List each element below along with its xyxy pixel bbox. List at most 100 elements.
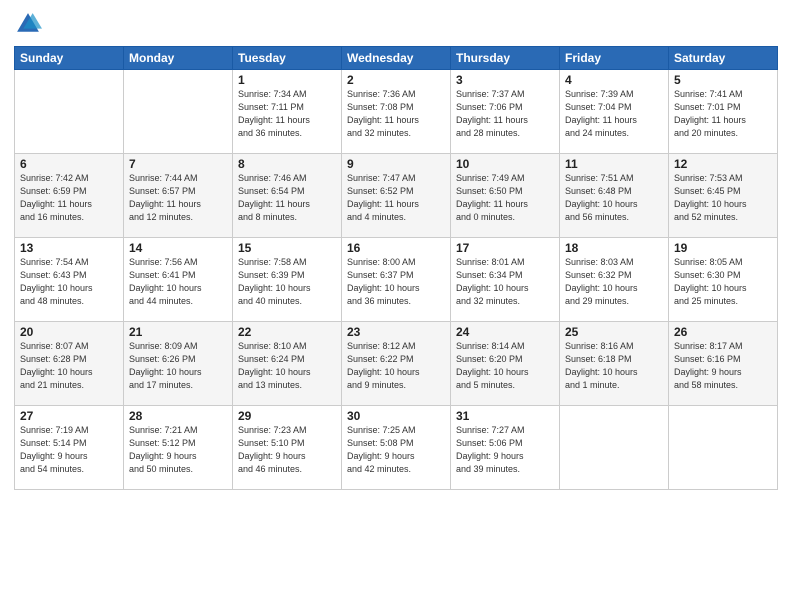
day-info: Sunrise: 7:42 AM Sunset: 6:59 PM Dayligh…: [20, 172, 118, 224]
day-info: Sunrise: 7:36 AM Sunset: 7:08 PM Dayligh…: [347, 88, 445, 140]
day-info: Sunrise: 7:39 AM Sunset: 7:04 PM Dayligh…: [565, 88, 663, 140]
day-number: 8: [238, 157, 336, 171]
day-number: 23: [347, 325, 445, 339]
calendar-cell: 30Sunrise: 7:25 AM Sunset: 5:08 PM Dayli…: [342, 406, 451, 490]
calendar-cell: 13Sunrise: 7:54 AM Sunset: 6:43 PM Dayli…: [15, 238, 124, 322]
calendar-cell: 25Sunrise: 8:16 AM Sunset: 6:18 PM Dayli…: [560, 322, 669, 406]
day-info: Sunrise: 8:05 AM Sunset: 6:30 PM Dayligh…: [674, 256, 772, 308]
day-number: 6: [20, 157, 118, 171]
calendar-cell: 31Sunrise: 7:27 AM Sunset: 5:06 PM Dayli…: [451, 406, 560, 490]
calendar-cell: 26Sunrise: 8:17 AM Sunset: 6:16 PM Dayli…: [669, 322, 778, 406]
calendar-cell: 14Sunrise: 7:56 AM Sunset: 6:41 PM Dayli…: [124, 238, 233, 322]
calendar-cell: [15, 70, 124, 154]
calendar-cell: 4Sunrise: 7:39 AM Sunset: 7:04 PM Daylig…: [560, 70, 669, 154]
day-info: Sunrise: 7:34 AM Sunset: 7:11 PM Dayligh…: [238, 88, 336, 140]
day-of-week-header: Monday: [124, 47, 233, 70]
day-number: 25: [565, 325, 663, 339]
day-number: 31: [456, 409, 554, 423]
calendar-cell: [669, 406, 778, 490]
day-info: Sunrise: 7:46 AM Sunset: 6:54 PM Dayligh…: [238, 172, 336, 224]
calendar-week-row: 6Sunrise: 7:42 AM Sunset: 6:59 PM Daylig…: [15, 154, 778, 238]
calendar-cell: 23Sunrise: 8:12 AM Sunset: 6:22 PM Dayli…: [342, 322, 451, 406]
calendar-cell: 18Sunrise: 8:03 AM Sunset: 6:32 PM Dayli…: [560, 238, 669, 322]
calendar-cell: 28Sunrise: 7:21 AM Sunset: 5:12 PM Dayli…: [124, 406, 233, 490]
calendar-cell: 9Sunrise: 7:47 AM Sunset: 6:52 PM Daylig…: [342, 154, 451, 238]
calendar-cell: 3Sunrise: 7:37 AM Sunset: 7:06 PM Daylig…: [451, 70, 560, 154]
calendar-cell: [124, 70, 233, 154]
calendar-cell: 27Sunrise: 7:19 AM Sunset: 5:14 PM Dayli…: [15, 406, 124, 490]
calendar-week-row: 13Sunrise: 7:54 AM Sunset: 6:43 PM Dayli…: [15, 238, 778, 322]
day-number: 3: [456, 73, 554, 87]
day-number: 5: [674, 73, 772, 87]
day-number: 14: [129, 241, 227, 255]
day-number: 28: [129, 409, 227, 423]
calendar-cell: 15Sunrise: 7:58 AM Sunset: 6:39 PM Dayli…: [233, 238, 342, 322]
day-number: 7: [129, 157, 227, 171]
day-info: Sunrise: 7:53 AM Sunset: 6:45 PM Dayligh…: [674, 172, 772, 224]
day-info: Sunrise: 8:12 AM Sunset: 6:22 PM Dayligh…: [347, 340, 445, 392]
calendar-cell: 24Sunrise: 8:14 AM Sunset: 6:20 PM Dayli…: [451, 322, 560, 406]
day-info: Sunrise: 7:27 AM Sunset: 5:06 PM Dayligh…: [456, 424, 554, 476]
day-of-week-header: Sunday: [15, 47, 124, 70]
day-number: 29: [238, 409, 336, 423]
day-of-week-header: Thursday: [451, 47, 560, 70]
calendar-cell: 6Sunrise: 7:42 AM Sunset: 6:59 PM Daylig…: [15, 154, 124, 238]
day-of-week-header: Saturday: [669, 47, 778, 70]
day-info: Sunrise: 7:41 AM Sunset: 7:01 PM Dayligh…: [674, 88, 772, 140]
day-number: 1: [238, 73, 336, 87]
calendar-cell: [560, 406, 669, 490]
day-number: 17: [456, 241, 554, 255]
day-info: Sunrise: 7:23 AM Sunset: 5:10 PM Dayligh…: [238, 424, 336, 476]
day-info: Sunrise: 7:21 AM Sunset: 5:12 PM Dayligh…: [129, 424, 227, 476]
day-number: 19: [674, 241, 772, 255]
day-info: Sunrise: 8:17 AM Sunset: 6:16 PM Dayligh…: [674, 340, 772, 392]
logo: [14, 10, 46, 38]
calendar-cell: 7Sunrise: 7:44 AM Sunset: 6:57 PM Daylig…: [124, 154, 233, 238]
calendar-cell: 29Sunrise: 7:23 AM Sunset: 5:10 PM Dayli…: [233, 406, 342, 490]
day-info: Sunrise: 8:09 AM Sunset: 6:26 PM Dayligh…: [129, 340, 227, 392]
calendar-cell: 19Sunrise: 8:05 AM Sunset: 6:30 PM Dayli…: [669, 238, 778, 322]
day-info: Sunrise: 8:03 AM Sunset: 6:32 PM Dayligh…: [565, 256, 663, 308]
day-info: Sunrise: 8:00 AM Sunset: 6:37 PM Dayligh…: [347, 256, 445, 308]
calendar-cell: 12Sunrise: 7:53 AM Sunset: 6:45 PM Dayli…: [669, 154, 778, 238]
calendar-cell: 22Sunrise: 8:10 AM Sunset: 6:24 PM Dayli…: [233, 322, 342, 406]
day-info: Sunrise: 7:56 AM Sunset: 6:41 PM Dayligh…: [129, 256, 227, 308]
day-number: 26: [674, 325, 772, 339]
calendar-cell: 21Sunrise: 8:09 AM Sunset: 6:26 PM Dayli…: [124, 322, 233, 406]
day-info: Sunrise: 7:58 AM Sunset: 6:39 PM Dayligh…: [238, 256, 336, 308]
calendar-cell: 16Sunrise: 8:00 AM Sunset: 6:37 PM Dayli…: [342, 238, 451, 322]
day-number: 30: [347, 409, 445, 423]
day-info: Sunrise: 7:25 AM Sunset: 5:08 PM Dayligh…: [347, 424, 445, 476]
day-info: Sunrise: 8:14 AM Sunset: 6:20 PM Dayligh…: [456, 340, 554, 392]
day-number: 9: [347, 157, 445, 171]
day-number: 20: [20, 325, 118, 339]
calendar-header-row: SundayMondayTuesdayWednesdayThursdayFrid…: [15, 47, 778, 70]
day-info: Sunrise: 8:07 AM Sunset: 6:28 PM Dayligh…: [20, 340, 118, 392]
day-number: 4: [565, 73, 663, 87]
day-number: 10: [456, 157, 554, 171]
calendar-cell: 10Sunrise: 7:49 AM Sunset: 6:50 PM Dayli…: [451, 154, 560, 238]
calendar-cell: 11Sunrise: 7:51 AM Sunset: 6:48 PM Dayli…: [560, 154, 669, 238]
day-number: 16: [347, 241, 445, 255]
day-of-week-header: Tuesday: [233, 47, 342, 70]
calendar-week-row: 1Sunrise: 7:34 AM Sunset: 7:11 PM Daylig…: [15, 70, 778, 154]
day-info: Sunrise: 7:49 AM Sunset: 6:50 PM Dayligh…: [456, 172, 554, 224]
header: [14, 10, 778, 38]
day-info: Sunrise: 8:10 AM Sunset: 6:24 PM Dayligh…: [238, 340, 336, 392]
day-number: 15: [238, 241, 336, 255]
day-number: 27: [20, 409, 118, 423]
calendar-cell: 20Sunrise: 8:07 AM Sunset: 6:28 PM Dayli…: [15, 322, 124, 406]
logo-icon: [14, 10, 42, 38]
calendar-cell: 2Sunrise: 7:36 AM Sunset: 7:08 PM Daylig…: [342, 70, 451, 154]
day-info: Sunrise: 7:44 AM Sunset: 6:57 PM Dayligh…: [129, 172, 227, 224]
calendar-cell: 1Sunrise: 7:34 AM Sunset: 7:11 PM Daylig…: [233, 70, 342, 154]
day-of-week-header: Friday: [560, 47, 669, 70]
calendar-week-row: 27Sunrise: 7:19 AM Sunset: 5:14 PM Dayli…: [15, 406, 778, 490]
day-info: Sunrise: 8:01 AM Sunset: 6:34 PM Dayligh…: [456, 256, 554, 308]
day-of-week-header: Wednesday: [342, 47, 451, 70]
day-info: Sunrise: 7:54 AM Sunset: 6:43 PM Dayligh…: [20, 256, 118, 308]
day-number: 18: [565, 241, 663, 255]
day-number: 2: [347, 73, 445, 87]
page: SundayMondayTuesdayWednesdayThursdayFrid…: [0, 0, 792, 612]
day-info: Sunrise: 7:51 AM Sunset: 6:48 PM Dayligh…: [565, 172, 663, 224]
